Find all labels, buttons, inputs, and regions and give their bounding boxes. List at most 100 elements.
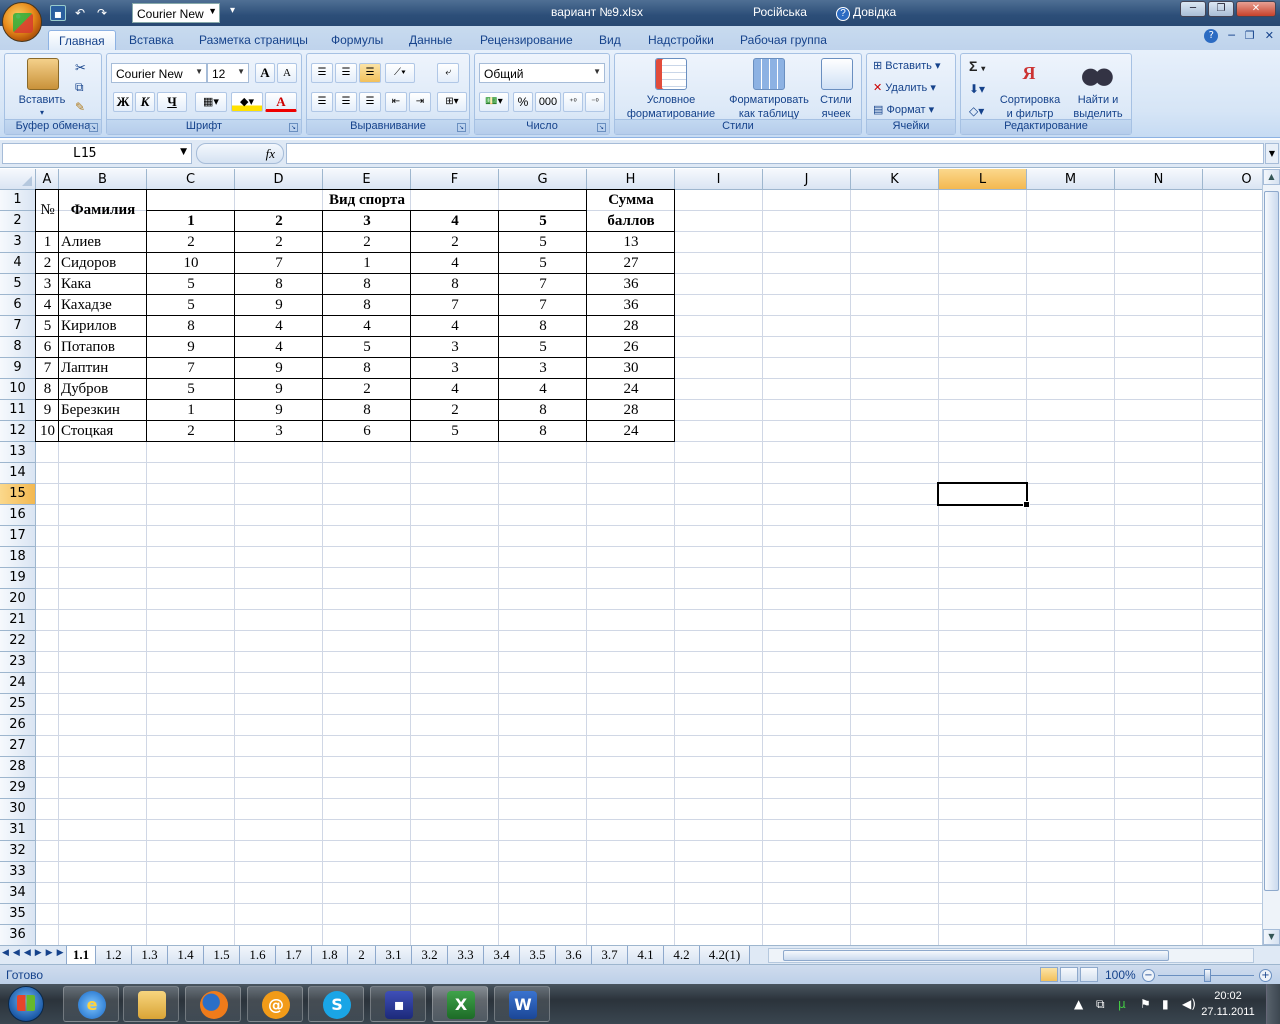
column-header-e[interactable]: E — [323, 169, 411, 190]
network-icon[interactable]: ▮ — [1162, 997, 1169, 1011]
score-cell[interactable]: 8 — [499, 400, 587, 421]
underline-button[interactable]: Ч — [157, 92, 187, 112]
zoom-slider[interactable]: − + — [1142, 969, 1272, 982]
sum-cell[interactable]: 24 — [587, 379, 675, 400]
score-cell[interactable]: 5 — [499, 232, 587, 253]
zoom-out-icon[interactable]: − — [1142, 969, 1155, 982]
sum-cell[interactable]: 28 — [587, 316, 675, 337]
row-number[interactable]: 5 — [36, 316, 59, 337]
row-header-36[interactable]: 36 — [0, 925, 36, 945]
format-as-table-line1[interactable]: Форматировать — [723, 94, 815, 106]
taskbar-explorer[interactable] — [123, 986, 179, 1022]
row-header-31[interactable]: 31 — [0, 820, 36, 841]
sheet-nav-arrows[interactable]: ◀◀◀▶▶▶ — [2, 948, 68, 958]
row-header-34[interactable]: 34 — [0, 883, 36, 904]
column-header-n[interactable]: N — [1115, 169, 1203, 190]
row-header-28[interactable]: 28 — [0, 757, 36, 778]
score-cell[interactable]: 7 — [235, 253, 323, 274]
tab-insert[interactable]: Вставка — [129, 30, 174, 50]
dialog-launcher-icon[interactable]: ↘ — [457, 123, 466, 132]
doc-close-icon[interactable]: ✕ — [1265, 29, 1274, 43]
column-header-k[interactable]: K — [851, 169, 939, 190]
score-cell[interactable]: 9 — [235, 379, 323, 400]
taskbar-firefox[interactable] — [185, 986, 241, 1022]
row-header-17[interactable]: 17 — [0, 526, 36, 547]
column-header-i[interactable]: I — [675, 169, 763, 190]
sheet-tab-1-2[interactable]: 1.2 — [96, 946, 132, 964]
surname-cell[interactable]: Кахадзе — [59, 295, 147, 316]
row-header-26[interactable]: 26 — [0, 715, 36, 736]
score-cell[interactable]: 8 — [411, 274, 499, 295]
score-cell[interactable]: 4 — [411, 316, 499, 337]
fill-icon[interactable]: ⬇▾ — [969, 82, 985, 96]
row-number[interactable]: 8 — [36, 379, 59, 400]
taskbar-excel[interactable]: X — [432, 986, 488, 1022]
row-header-32[interactable]: 32 — [0, 841, 36, 862]
taskbar-save-app[interactable]: ▪ — [370, 986, 426, 1022]
surname-cell[interactable]: Дубров — [59, 379, 147, 400]
sheet-tab-4-2-1-[interactable]: 4.2(1) — [700, 946, 750, 964]
show-desktop-button[interactable] — [1266, 984, 1280, 1024]
column-header-f[interactable]: F — [411, 169, 499, 190]
row-number[interactable]: 1 — [36, 232, 59, 253]
font-color-button[interactable]: A — [265, 92, 297, 112]
sheet-tab-1-8[interactable]: 1.8 — [312, 946, 348, 964]
column-header-h[interactable]: H — [587, 169, 675, 190]
tab-formulas[interactable]: Формулы — [331, 30, 383, 50]
cut-icon[interactable]: ✂ — [75, 60, 86, 76]
score-cell[interactable]: 4 — [235, 316, 323, 337]
header-sum-line2[interactable]: баллов — [587, 211, 675, 232]
score-cell[interactable]: 3 — [411, 358, 499, 379]
row-header-22[interactable]: 22 — [0, 631, 36, 652]
taskbar-mail-agent[interactable]: @ — [247, 986, 303, 1022]
score-cell[interactable]: 8 — [147, 316, 235, 337]
undo-icon[interactable]: ↶ — [72, 5, 88, 21]
row-header-24[interactable]: 24 — [0, 673, 36, 694]
sheet-tab-1-3[interactable]: 1.3 — [132, 946, 168, 964]
row-number[interactable]: 7 — [36, 358, 59, 379]
tab-page-layout[interactable]: Разметка страницы — [199, 30, 308, 50]
scroll-up-icon[interactable]: ▲ — [1263, 169, 1280, 185]
header-sum-line1[interactable]: Сумма — [587, 190, 675, 211]
surname-cell[interactable]: Лаптин — [59, 358, 147, 379]
row-header-23[interactable]: 23 — [0, 652, 36, 673]
sum-cell[interactable]: 36 — [587, 274, 675, 295]
scroll-down-icon[interactable]: ▼ — [1263, 929, 1280, 945]
row-number[interactable]: 10 — [36, 421, 59, 442]
copy-icon[interactable]: ⧉ — [75, 80, 84, 95]
delete-cells-button[interactable]: ✕ Удалить ▾ — [873, 81, 936, 94]
doc-minimize-icon[interactable]: ─ — [1228, 29, 1235, 43]
tab-addins[interactable]: Надстройки — [648, 30, 714, 50]
wrap-text-icon[interactable]: ⤶ — [437, 63, 459, 83]
dialog-launcher-icon[interactable]: ↘ — [89, 123, 98, 132]
score-cell[interactable]: 4 — [411, 379, 499, 400]
score-cell[interactable]: 5 — [499, 337, 587, 358]
name-box[interactable]: L15 ▼ — [2, 143, 192, 164]
score-cell[interactable]: 7 — [499, 295, 587, 316]
header-number[interactable]: № — [36, 190, 59, 232]
header-sport-1[interactable]: 1 — [147, 211, 235, 232]
vertical-scrollbar[interactable]: ▲ ▼ — [1262, 169, 1280, 945]
sum-cell[interactable]: 24 — [587, 421, 675, 442]
row-header-19[interactable]: 19 — [0, 568, 36, 589]
currency-icon[interactable]: 💵▾ — [479, 92, 509, 112]
increase-indent-icon[interactable]: ⇥ — [409, 92, 431, 112]
insert-cells-button[interactable]: ⊞ Вставить ▾ — [873, 59, 941, 72]
column-header-j[interactable]: J — [763, 169, 851, 190]
orientation-icon[interactable]: ⟋▾ — [385, 63, 415, 83]
format-cells-button[interactable]: ▤ Формат ▾ — [873, 103, 934, 116]
align-center-icon[interactable]: ☰ — [335, 92, 357, 112]
sheet-tab-3-7[interactable]: 3.7 — [592, 946, 628, 964]
score-cell[interactable]: 2 — [411, 232, 499, 253]
row-number[interactable]: 9 — [36, 400, 59, 421]
cell-styles-line1[interactable]: Стили — [813, 94, 859, 106]
score-cell[interactable]: 5 — [323, 337, 411, 358]
score-cell[interactable]: 8 — [323, 295, 411, 316]
zoom-level[interactable]: 100% — [1105, 968, 1136, 982]
row-header-3[interactable]: 3 — [0, 232, 36, 253]
taskbar-word[interactable]: W — [494, 986, 550, 1022]
row-header-30[interactable]: 30 — [0, 799, 36, 820]
help-link[interactable]: ? Довідка — [836, 5, 896, 21]
score-cell[interactable]: 6 — [323, 421, 411, 442]
qat-font-select[interactable]: Courier New ▼ — [132, 3, 220, 23]
